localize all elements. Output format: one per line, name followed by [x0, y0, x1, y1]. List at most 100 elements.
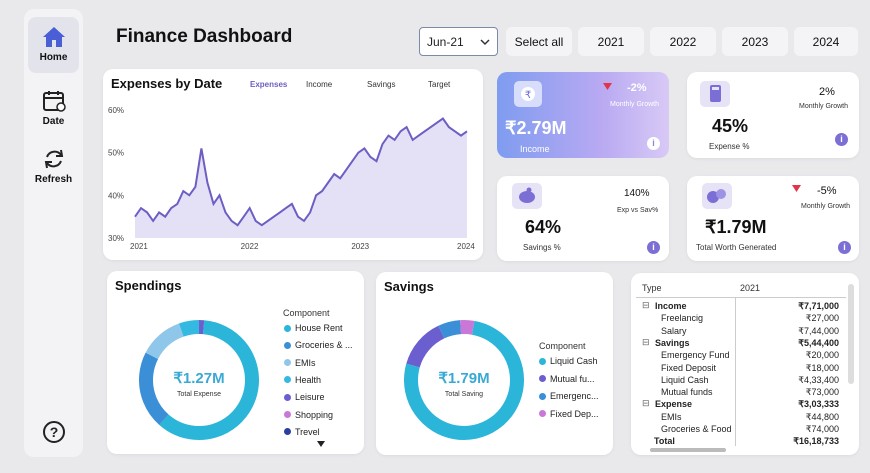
savings-center-label: Total Saving — [444, 391, 484, 398]
expenses-chart-title: Expenses by Date — [111, 76, 223, 91]
sidebar-item-label: Refresh — [34, 174, 73, 185]
spendings-legend-item[interactable]: Trevel — [284, 427, 320, 437]
table-row-value: ₹3,03,333 — [798, 399, 839, 410]
tab-savings[interactable]: Savings — [367, 80, 395, 89]
coins-icon — [702, 183, 732, 209]
year-label: 2024 — [812, 34, 840, 49]
table-row-label: Income — [655, 301, 687, 311]
info-icon[interactable]: i — [647, 241, 660, 254]
collapse-icon[interactable]: ⊟ — [642, 300, 650, 311]
worth-label: Total Worth Generated — [696, 243, 777, 252]
legend-dot — [284, 376, 291, 384]
y-tick-label: 40% — [108, 191, 124, 200]
down-arrow-icon — [603, 83, 612, 90]
y-tick-label: 30% — [108, 234, 124, 243]
legend-dot — [284, 411, 291, 418]
expense-change: 2% — [819, 86, 835, 98]
x-tick-label: 2024 — [457, 242, 475, 251]
sidebar-item-refresh[interactable]: Refresh — [28, 147, 79, 185]
year-2021-button[interactable]: 2021 — [578, 27, 644, 56]
table-row-label: Salary — [661, 325, 687, 336]
legend-label: Fixed Dep... — [550, 408, 599, 419]
table-row-label: Fixed Deposit — [661, 362, 717, 373]
refresh-icon — [44, 149, 63, 169]
table-row-label: Emergency Fund — [661, 350, 730, 361]
year-2024-button[interactable]: 2024 — [794, 27, 858, 56]
year-2023-button[interactable]: 2023 — [722, 27, 788, 56]
legend-dot — [539, 392, 546, 400]
vertical-scrollbar[interactable] — [848, 284, 854, 384]
savings-label: Savings % — [523, 243, 561, 252]
legend-dot — [539, 357, 546, 365]
spendings-legend-item[interactable]: Groceries & ... — [284, 340, 353, 350]
savings-change: 140% — [624, 188, 650, 199]
savings-center-value: ₹1.79M — [438, 370, 490, 387]
select-all-button[interactable]: Select all — [506, 27, 572, 56]
expenses-line-chart: 60% 50% 40% 30% 2021 2022 2023 2024 — [108, 106, 475, 251]
worth-change: -5% — [817, 185, 837, 197]
calendar-icon — [42, 91, 66, 112]
year-2022-button[interactable]: 2022 — [650, 27, 716, 56]
savings-title: Savings — [384, 279, 434, 294]
page-title: Finance Dashboard — [116, 26, 293, 47]
savings-value: 64% — [525, 217, 562, 237]
table-row-value: ₹16,18,733 — [793, 436, 839, 447]
table-row-value: ₹5,44,400 — [798, 337, 839, 348]
year-label: 2022 — [669, 34, 697, 49]
spendings-legend-item[interactable]: Leisure — [284, 392, 325, 402]
legend-label: Health — [295, 374, 322, 385]
help-button[interactable]: ? — [28, 419, 79, 448]
spendings-legend-item[interactable]: EMIs — [284, 358, 316, 368]
sidebar-item-label: Home — [39, 52, 68, 63]
calculator-icon — [700, 81, 730, 107]
table-row-label: Expense — [655, 399, 693, 410]
sidebar: Home Date Refresh ? — [24, 9, 83, 457]
table-row-label: Groceries & Food — [661, 424, 732, 434]
table-row-value: ₹7,71,000 — [798, 301, 839, 311]
savings-legend-title: Component — [539, 341, 586, 351]
help-icon: ? — [42, 421, 65, 443]
tab-expenses[interactable]: Expenses — [250, 80, 287, 89]
select-all-label: Select all — [514, 34, 564, 49]
collapse-icon[interactable]: ⊟ — [642, 337, 650, 348]
income-change-label: Monthly Growth — [610, 101, 660, 108]
info-icon[interactable]: i — [647, 137, 660, 150]
collapse-icon[interactable]: ⊟ — [642, 398, 650, 409]
horizontal-scrollbar[interactable] — [650, 448, 726, 452]
table-row-label: Mutual funds — [661, 387, 713, 398]
x-tick-label: 2021 — [130, 242, 148, 251]
income-change: -2% — [627, 82, 647, 94]
spendings-legend-title: Component — [283, 308, 330, 318]
legend-dot — [539, 375, 546, 382]
tab-income[interactable]: Income — [306, 80, 332, 89]
spendings-legend-item[interactable]: Health — [284, 375, 321, 385]
money-bag-icon: ₹ — [514, 81, 542, 107]
table-row-value: ₹18,000 — [805, 362, 839, 373]
legend-dot — [539, 410, 546, 417]
sidebar-item-label: Date — [42, 116, 65, 127]
table-row-value: ₹27,000 — [805, 313, 839, 324]
legend-label: House Rent — [295, 323, 343, 333]
month-dropdown[interactable]: Jun-21 — [419, 27, 498, 56]
table-row-value: ₹7,44,000 — [798, 325, 839, 336]
table-row-value: ₹73,000 — [805, 387, 839, 398]
savings-legend-item[interactable]: Fixed Dep... — [539, 409, 599, 419]
year-label: 2023 — [741, 34, 769, 49]
savings-legend-item[interactable]: Mutual fu... — [539, 374, 595, 384]
info-icon[interactable]: i — [835, 133, 848, 146]
sidebar-item-home[interactable]: Home — [28, 17, 79, 73]
savings-legend-item[interactable]: Emergenc... — [539, 391, 599, 401]
info-icon[interactable]: i — [838, 241, 851, 254]
legend-dot — [284, 341, 291, 349]
legend-dot — [284, 324, 291, 332]
spendings-legend-item[interactable]: Shopping — [284, 410, 333, 420]
scroll-down-icon[interactable] — [317, 441, 325, 447]
savings-legend-item[interactable]: Liquid Cash — [539, 356, 598, 366]
income-label: Income — [520, 144, 550, 154]
tab-target[interactable]: Target — [428, 80, 450, 89]
legend-label: EMIs — [295, 357, 316, 368]
spendings-legend-item[interactable]: House Rent — [284, 323, 343, 333]
chevron-down-icon — [480, 39, 490, 46]
sidebar-item-date[interactable]: Date — [28, 89, 79, 127]
down-arrow-icon — [792, 185, 801, 192]
